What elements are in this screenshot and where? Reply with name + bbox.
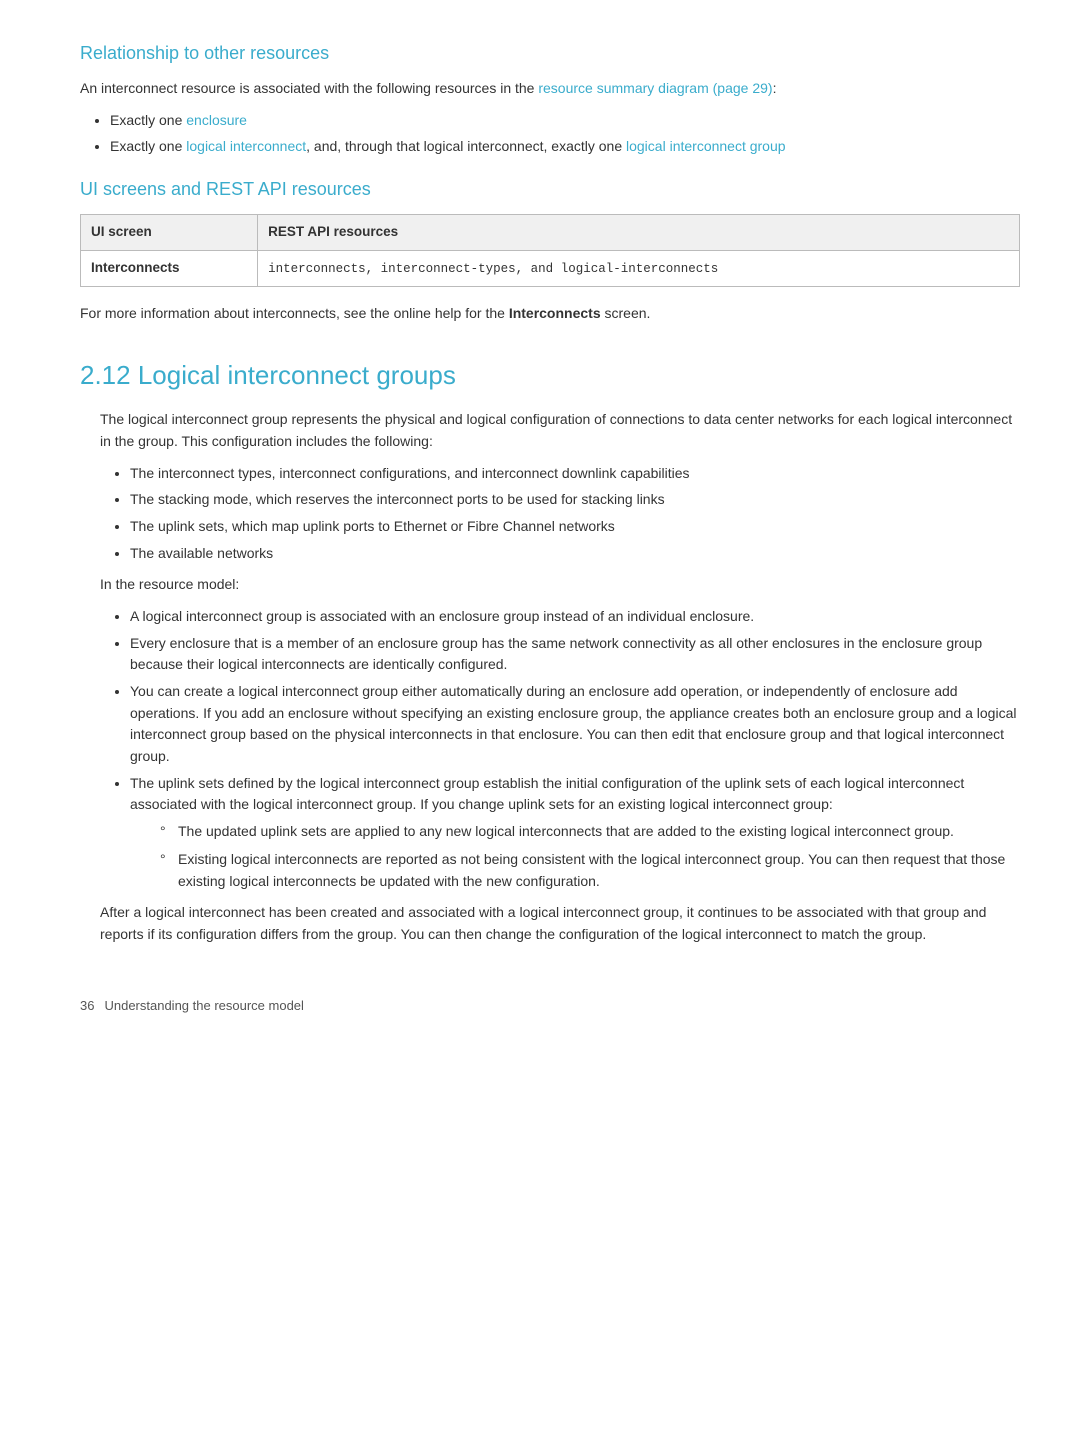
logical-interconnect-link[interactable]: logical interconnect <box>186 138 306 154</box>
footer-note: For more information about interconnects… <box>80 303 1020 325</box>
sub-bullet-1: The updated uplink sets are applied to a… <box>160 821 1020 843</box>
footer-note-prefix: For more information about interconnects… <box>80 305 509 321</box>
table-row: Interconnects interconnects, interconnec… <box>81 250 1020 286</box>
chapter-intro: The logical interconnect group represent… <box>100 409 1020 452</box>
chapter-bullet-list: The interconnect types, interconnect con… <box>130 463 1020 565</box>
col-header-rest-api: REST API resources <box>258 214 1020 250</box>
bullet2-mid: , and, through that logical interconnect… <box>306 138 626 154</box>
chapter-bullet-4: The available networks <box>130 543 1020 565</box>
relationship-list: Exactly one enclosure Exactly one logica… <box>110 110 1020 158</box>
footer-label: Understanding the resource model <box>104 996 303 1016</box>
sub-bullet-2: Existing logical interconnects are repor… <box>160 849 1020 892</box>
col-header-ui-screen: UI screen <box>81 214 258 250</box>
bullet1-prefix: Exactly one <box>110 112 186 128</box>
model-bullet-3: You can create a logical interconnect gr… <box>130 681 1020 768</box>
chapter-bullet-2: The stacking mode, which reserves the in… <box>130 489 1020 511</box>
rest-api-code: interconnects, interconnect-types, and l… <box>268 262 718 276</box>
chapter-conclusion: After a logical interconnect has been cr… <box>100 902 1020 945</box>
chapter-bullet-3: The uplink sets, which map uplink ports … <box>130 516 1020 538</box>
chapter-title: Logical interconnect groups <box>138 360 456 390</box>
page-number: 36 <box>80 996 94 1016</box>
resource-summary-link[interactable]: resource summary diagram (page 29) <box>538 80 772 96</box>
footer-note-suffix: screen. <box>601 305 651 321</box>
enclosure-link[interactable]: enclosure <box>186 112 247 128</box>
model-bullet-list: A logical interconnect group is associat… <box>130 606 1020 892</box>
table-header-row: UI screen REST API resources <box>81 214 1020 250</box>
relationship-item-2: Exactly one logical interconnect, and, t… <box>110 136 1020 158</box>
intro-text: An interconnect resource is associated w… <box>80 80 538 96</box>
sub-bullet-list: The updated uplink sets are applied to a… <box>160 821 1020 892</box>
relationship-item-1: Exactly one enclosure <box>110 110 1020 132</box>
model-intro: In the resource model: <box>100 574 1020 596</box>
section-heading-ui-rest: UI screens and REST API resources <box>80 176 1020 204</box>
model-bullet-4: The uplink sets defined by the logical i… <box>130 773 1020 892</box>
chapter-number: 2.12 <box>80 360 131 390</box>
chapter-bullet-1: The interconnect types, interconnect con… <box>130 463 1020 485</box>
chapter-heading: 2.12 Logical interconnect groups <box>80 355 1020 395</box>
ui-rest-table: UI screen REST API resources Interconnec… <box>80 214 1020 287</box>
section-ui-rest: UI screens and REST API resources UI scr… <box>80 176 1020 325</box>
section-relationship: Relationship to other resources An inter… <box>80 40 1020 158</box>
logical-interconnect-group-link[interactable]: logical interconnect group <box>626 138 786 154</box>
model-bullet-4-text: The uplink sets defined by the logical i… <box>130 775 964 813</box>
table-cell-ui-screen: Interconnects <box>81 250 258 286</box>
bullet2-prefix: Exactly one <box>110 138 186 154</box>
page-footer: 36 Understanding the resource model <box>80 996 1020 1016</box>
footer-note-bold: Interconnects <box>509 305 601 321</box>
table-cell-rest-api: interconnects, interconnect-types, and l… <box>258 250 1020 286</box>
intro-paragraph: An interconnect resource is associated w… <box>80 78 1020 100</box>
model-bullet-2: Every enclosure that is a member of an e… <box>130 633 1020 676</box>
section-heading-relationship: Relationship to other resources <box>80 40 1020 68</box>
chapter-logical-interconnect-groups: 2.12 Logical interconnect groups The log… <box>80 355 1020 946</box>
model-bullet-1: A logical interconnect group is associat… <box>130 606 1020 628</box>
